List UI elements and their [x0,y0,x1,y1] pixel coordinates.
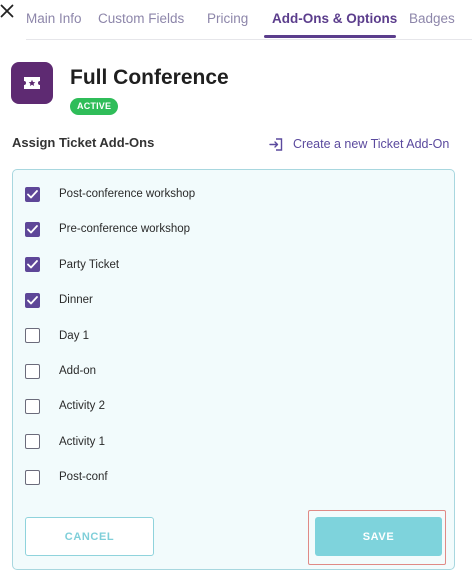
checkbox-unchecked[interactable] [25,469,40,485]
checkbox-unchecked[interactable] [25,434,40,450]
addon-label: Activity 2 [59,400,106,413]
tab-main-info[interactable]: Main Info [26,11,82,26]
ticket-editor: Main Info Custom Fields Pricing Add-Ons … [0,0,472,575]
addon-label: Activity 1 [59,435,106,448]
section-title: Assign Ticket Add-Ons [12,135,155,150]
addon-label: Dinner [59,294,93,307]
status-badge: ACTIVE [70,98,119,115]
addon-item[interactable]: Dinner [25,291,93,309]
addon-label: Day 1 [59,329,90,342]
tab-pricing[interactable]: Pricing [207,11,248,26]
addon-item[interactable]: Day 1 [25,327,89,345]
checkbox-checked[interactable] [25,292,40,308]
addons-panel: Post-conference workshop Pre-conference w… [12,169,455,570]
active-tab-indicator [264,35,396,38]
checkbox-unchecked[interactable] [25,363,40,379]
addon-item[interactable]: Activity 2 [25,397,105,415]
addon-label: Post-conference workshop [59,188,196,200]
sign-in-icon [269,137,283,151]
page-title: Full Conference [70,66,229,89]
addon-item[interactable]: Activity 1 [25,433,105,451]
checkbox-checked[interactable] [25,221,40,237]
addon-item[interactable]: Add-on [25,362,96,380]
addon-label: Post-conf [59,471,108,484]
tab-add-ons-options[interactable]: Add-Ons & Options [272,11,397,26]
ticket-icon [11,62,53,104]
close-icon[interactable] [0,4,16,22]
tab-bar: Main Info Custom Fields Pricing Add-Ons … [26,0,472,40]
addon-item[interactable]: Party Ticket [25,256,119,274]
tab-badges[interactable]: Badges [409,11,455,26]
addon-item[interactable]: Post-conf [25,468,108,486]
create-link-label: Create a new Ticket Add-On [293,137,450,151]
checkbox-unchecked[interactable] [25,328,40,344]
checkbox-unchecked[interactable] [25,398,40,414]
tab-custom-fields[interactable]: Custom Fields [98,11,184,26]
create-ticket-addon-link[interactable]: Create a new Ticket Add-On [269,136,449,152]
addon-label: Pre-conference workshop [59,223,191,236]
addon-label: Party Ticket [59,258,120,271]
checkbox-checked[interactable] [25,186,40,202]
addon-item[interactable]: Pre-conference workshop [25,220,190,238]
addon-item[interactable]: Post-conference workshop [25,185,195,203]
checkbox-checked[interactable] [25,257,40,273]
cancel-button[interactable]: CANCEL [25,517,154,556]
save-button[interactable]: SAVE [315,517,442,556]
addon-label: Add-on [59,365,97,377]
